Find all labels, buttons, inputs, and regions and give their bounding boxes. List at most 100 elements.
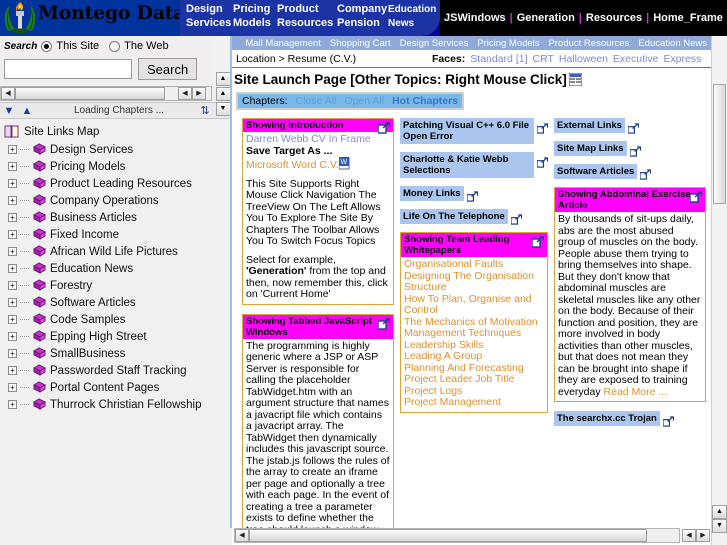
tree-expand-icon[interactable]: + <box>8 315 17 324</box>
search-hscroll-arrows[interactable]: ◀ ▶ <box>178 86 210 101</box>
nav2-item-home-frame[interactable]: Home_Frame <box>649 12 727 24</box>
chevron-down-icon[interactable]: ▼ <box>0 105 18 117</box>
team-leading-link[interactable]: Project Leader Job Title <box>404 373 544 386</box>
window-vscroll-buttons[interactable]: ▲ ▼ <box>712 505 727 545</box>
tree-root-node[interactable]: Site Links Map <box>0 122 220 141</box>
popout-icon[interactable] <box>639 167 652 180</box>
tree-item[interactable]: + African Wild Life Pictures <box>0 243 220 260</box>
hscroll-left-arrow-2[interactable]: ◀ <box>178 87 192 100</box>
link-read-more[interactable]: Read More ... <box>604 386 668 398</box>
tree-expand-icon[interactable]: + <box>8 349 17 358</box>
tree-expand-icon[interactable]: + <box>8 247 17 256</box>
subnav-item-design-services[interactable]: Design Services <box>400 38 469 49</box>
radio-this-site[interactable] <box>41 40 53 52</box>
popout-icon[interactable] <box>536 155 549 168</box>
main-vscroll-thumb[interactable] <box>713 84 726 204</box>
chevron-up-icon[interactable]: ▲ <box>18 105 36 117</box>
tree-expand-icon[interactable]: + <box>8 179 17 188</box>
window-vscroll-down[interactable]: ▼ <box>712 519 727 533</box>
bar-patching-visual-cpp[interactable]: Patching Visual C++ 6.0 File Open Error <box>400 118 549 145</box>
main-bottom-track[interactable] <box>647 529 679 542</box>
vscroll-up-2[interactable]: ▲ <box>215 87 231 101</box>
popout-icon[interactable] <box>662 414 674 427</box>
window-vscroll-up[interactable]: ▲ <box>712 505 727 519</box>
nav2-item-jswindows[interactable]: JSWindows <box>440 12 510 24</box>
chapters-hot-chapters[interactable]: Hot Chapters <box>392 95 458 107</box>
refresh-icon[interactable]: ⇅ <box>196 104 214 117</box>
bar-searchx-trojan[interactable]: The searchx.cc Trojan <box>554 411 706 427</box>
popout-icon[interactable] <box>531 235 545 248</box>
tree-expand-icon[interactable]: + <box>8 366 17 375</box>
tree-item[interactable]: + Forestry <box>0 277 220 294</box>
tree-item[interactable]: + Epping High Street <box>0 328 220 345</box>
popout-icon[interactable] <box>536 121 549 134</box>
link-cv-in-frame[interactable]: Darren Webb CV In Frame <box>246 133 390 146</box>
tree-item[interactable]: + Portal Content Pages <box>0 379 220 396</box>
nav2-item-resources[interactable]: Resources <box>582 12 646 24</box>
tree-expand-icon[interactable]: + <box>8 281 17 290</box>
subnav-item-pricing-models[interactable]: Pricing Models <box>477 38 539 49</box>
tree-item[interactable]: + Fixed Income <box>0 226 220 243</box>
face-option-express[interactable]: Express <box>663 53 701 65</box>
bar-site-map-links[interactable]: Site Map Links <box>554 141 706 157</box>
tree-expand-icon[interactable]: + <box>8 162 17 171</box>
main-bottom-left-arrow[interactable]: ◀ <box>235 529 249 542</box>
popout-icon[interactable] <box>628 144 641 157</box>
tree-expand-icon[interactable]: + <box>8 383 17 392</box>
chapters-open-all[interactable]: Open All <box>344 95 384 107</box>
hscroll-right-arrow-2[interactable]: ▶ <box>192 87 206 100</box>
main-bottom-thumb[interactable] <box>249 529 647 542</box>
radio-the-web[interactable] <box>109 40 121 52</box>
main-bottom-hscrollbar[interactable]: ◀ <box>234 528 680 543</box>
tree-item[interactable]: + Design Services <box>0 141 220 158</box>
popout-icon[interactable] <box>689 190 703 203</box>
tree-item[interactable]: + Product Leading Resources <box>0 175 220 192</box>
subnav-item-mail-management[interactable]: Mail Management <box>245 38 321 49</box>
bar-external-links[interactable]: External Links <box>554 118 706 134</box>
main-bottom-right-arrow-2[interactable]: ▶ <box>696 529 710 542</box>
search-button[interactable]: Search <box>138 58 198 80</box>
team-leading-link[interactable]: Organisational Faults <box>404 258 544 271</box>
tree-expand-icon[interactable]: + <box>8 332 17 341</box>
tree-item[interactable]: + Company Operations <box>0 192 220 209</box>
tree-item[interactable]: + Education News <box>0 260 220 277</box>
tree-item[interactable]: + Code Samples <box>0 311 220 328</box>
team-leading-link[interactable]: Management Techniques <box>404 327 544 340</box>
hscroll-thumb[interactable] <box>15 87 165 100</box>
popout-icon[interactable] <box>377 121 391 134</box>
bar-software-articles[interactable]: Software Articles <box>554 164 706 180</box>
popout-icon[interactable] <box>465 189 478 202</box>
window-list-icon[interactable] <box>568 72 583 87</box>
subnav-item-product-resources[interactable]: Product Resources <box>549 38 630 49</box>
tree-expand-icon[interactable]: + <box>8 230 17 239</box>
bar-life-on-the-telephone[interactable]: Life On The Telephone <box>400 209 548 225</box>
popout-icon[interactable] <box>510 212 522 225</box>
face-option-halloween[interactable]: Halloween <box>559 53 608 65</box>
main-bottom-arrow-group[interactable]: ◀ ▶ <box>682 528 714 543</box>
nav2-item-generation[interactable]: Generation <box>513 12 579 24</box>
popout-icon[interactable] <box>377 317 391 330</box>
bar-charlotte-katie-webb[interactable]: Charlotte & Katie Webb Selections <box>400 152 549 179</box>
team-leading-link[interactable]: How To Plan, Organise and Control <box>404 293 544 317</box>
tree-expand-icon[interactable]: + <box>8 264 17 273</box>
tree-item[interactable]: + Business Articles <box>0 209 220 226</box>
nav-item-pricing[interactable]: Pricing Models <box>233 2 271 30</box>
tree-expand-icon[interactable]: + <box>8 400 17 409</box>
link-word-cv-row[interactable]: Microsoft Word C.V. W <box>246 156 351 171</box>
face-option-crt[interactable]: CRT <box>533 53 554 65</box>
subnav-item-education-news[interactable]: Education News <box>638 38 707 49</box>
nav-item-design[interactable]: Design Services <box>186 2 231 30</box>
tree-item[interactable]: + Passworded Staff Tracking <box>0 362 220 379</box>
tree-item[interactable]: + Software Articles <box>0 294 220 311</box>
tree-expand-icon[interactable]: + <box>8 196 17 205</box>
vscroll-up-1[interactable]: ▲ <box>215 72 231 86</box>
main-bottom-left-arrow-2[interactable]: ◀ <box>682 529 696 542</box>
tree-expand-icon[interactable]: + <box>8 213 17 222</box>
link-word-cv[interactable]: Microsoft Word C.V. <box>246 159 339 171</box>
face-option-standard[interactable]: Standard [1] <box>470 53 527 65</box>
tree-item[interactable]: + SmallBusiness <box>0 345 220 362</box>
vscroll-down-1[interactable]: ▼ <box>215 102 231 116</box>
popout-icon[interactable] <box>627 121 640 134</box>
tree-item[interactable]: + Thurrock Christian Fellowship <box>0 396 220 413</box>
nav-item-education[interactable]: Education News <box>388 3 436 31</box>
